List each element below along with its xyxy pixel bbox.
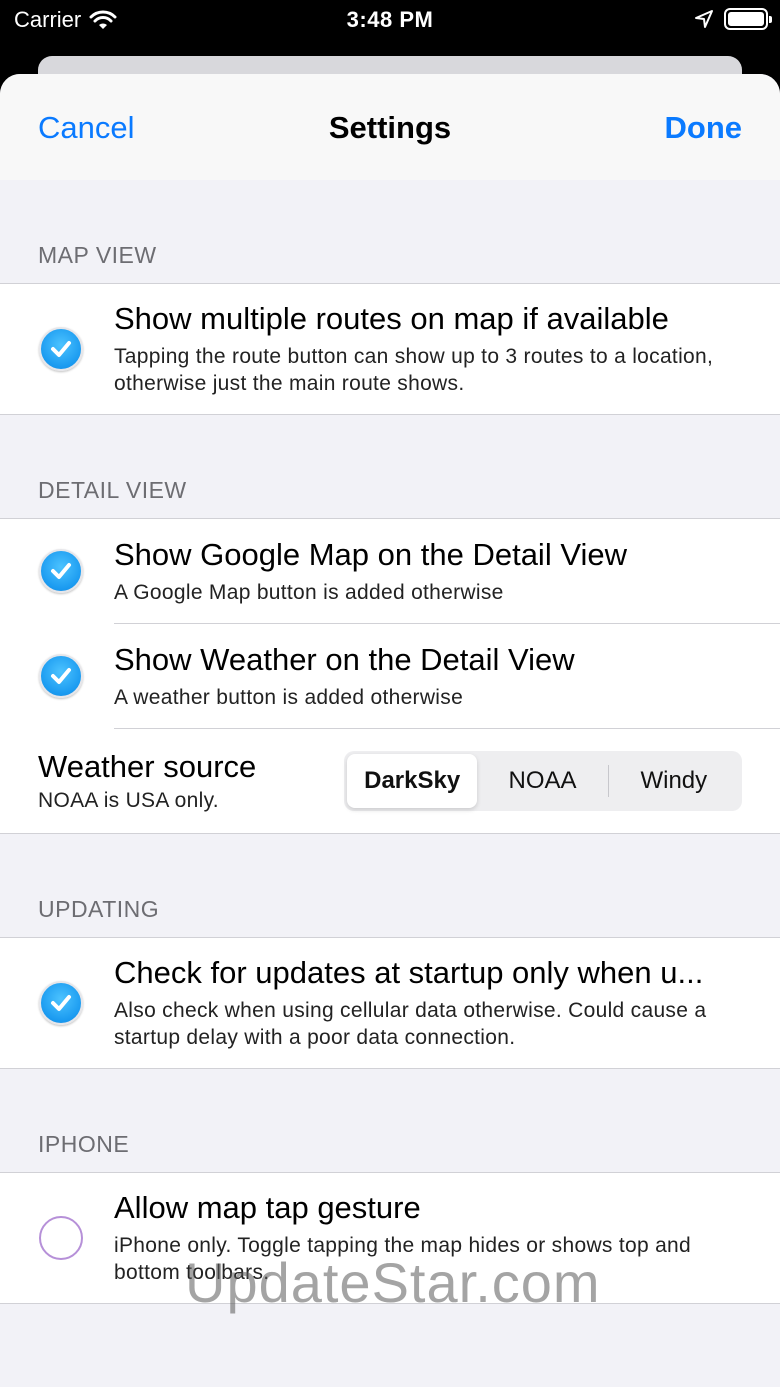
checkmark-checked-icon[interactable]: [39, 654, 83, 698]
checkmark-checked-icon[interactable]: [39, 981, 83, 1025]
segment-darksky[interactable]: DarkSky: [347, 754, 478, 808]
page-title: Settings: [328, 110, 452, 145]
navigation-bar: Cancel Settings Done: [0, 74, 780, 180]
setting-subtitle: A Google Map button is added otherwise: [114, 580, 504, 604]
settings-sheet: Cancel Settings Done MAP VIEW Show multi…: [0, 74, 780, 1387]
setting-row-check-updates[interactable]: Check for updates at startup only when u…: [0, 938, 780, 1068]
group-detail-view: Show Google Map on the Detail View A Goo…: [0, 518, 780, 834]
status-icons: [694, 8, 772, 30]
setting-row-google-map[interactable]: Show Google Map on the Detail View A Goo…: [0, 519, 780, 623]
group-updating: Check for updates at startup only when u…: [0, 937, 780, 1069]
setting-row-weather-source: Weather source NOAA is USA only. DarkSky…: [0, 729, 780, 833]
location-arrow-icon: [695, 10, 713, 28]
section-header-detail-view: DETAIL VIEW: [38, 477, 187, 503]
segment-noaa[interactable]: NOAA: [477, 754, 607, 808]
setting-title: Check for updates at startup only when u…: [114, 955, 704, 990]
status-bar: Carrier 3:48 PM: [0, 0, 780, 40]
setting-subtitle: iPhone only. Toggle tapping the map hide…: [114, 1234, 692, 1284]
section-header-iphone: IPHONE: [38, 1131, 130, 1157]
weather-source-subtitle: NOAA is USA only.: [38, 789, 219, 812]
setting-subtitle: A weather button is added otherwise: [114, 685, 464, 709]
setting-title: Show Weather on the Detail View: [114, 641, 575, 677]
setting-subtitle: Tapping the route button can show up to …: [114, 345, 714, 395]
section-header-updating: UPDATING: [38, 896, 160, 922]
checkmark-checked-icon[interactable]: [39, 549, 83, 593]
section-header-map-view: MAP VIEW: [38, 242, 157, 268]
group-map-view: Show multiple routes on map if available…: [0, 283, 780, 415]
setting-row-weather[interactable]: Show Weather on the Detail View A weathe…: [0, 624, 780, 728]
segment-windy[interactable]: Windy: [609, 754, 739, 808]
setting-row-multiple-routes[interactable]: Show multiple routes on map if available…: [0, 284, 780, 414]
setting-title: Show Google Map on the Detail View: [114, 536, 627, 572]
group-iphone: Allow map tap gesture iPhone only. Toggl…: [0, 1172, 780, 1304]
weather-source-title: Weather source: [38, 749, 257, 784]
setting-title: Show multiple routes on map if available: [114, 301, 669, 336]
battery-icon: [724, 8, 772, 30]
clock: 3:48 PM: [346, 7, 434, 32]
weather-source-segmented-control: DarkSky NOAA Windy: [344, 751, 742, 811]
checkmark-checked-icon[interactable]: [39, 327, 83, 371]
setting-title: Allow map tap gesture: [114, 1190, 421, 1225]
done-button[interactable]: Done: [665, 110, 743, 146]
setting-row-map-tap-gesture[interactable]: Allow map tap gesture iPhone only. Toggl…: [0, 1173, 780, 1303]
setting-subtitle: Also check when using cellular data othe…: [114, 999, 707, 1049]
checkmark-unchecked-icon[interactable]: [39, 1216, 83, 1260]
